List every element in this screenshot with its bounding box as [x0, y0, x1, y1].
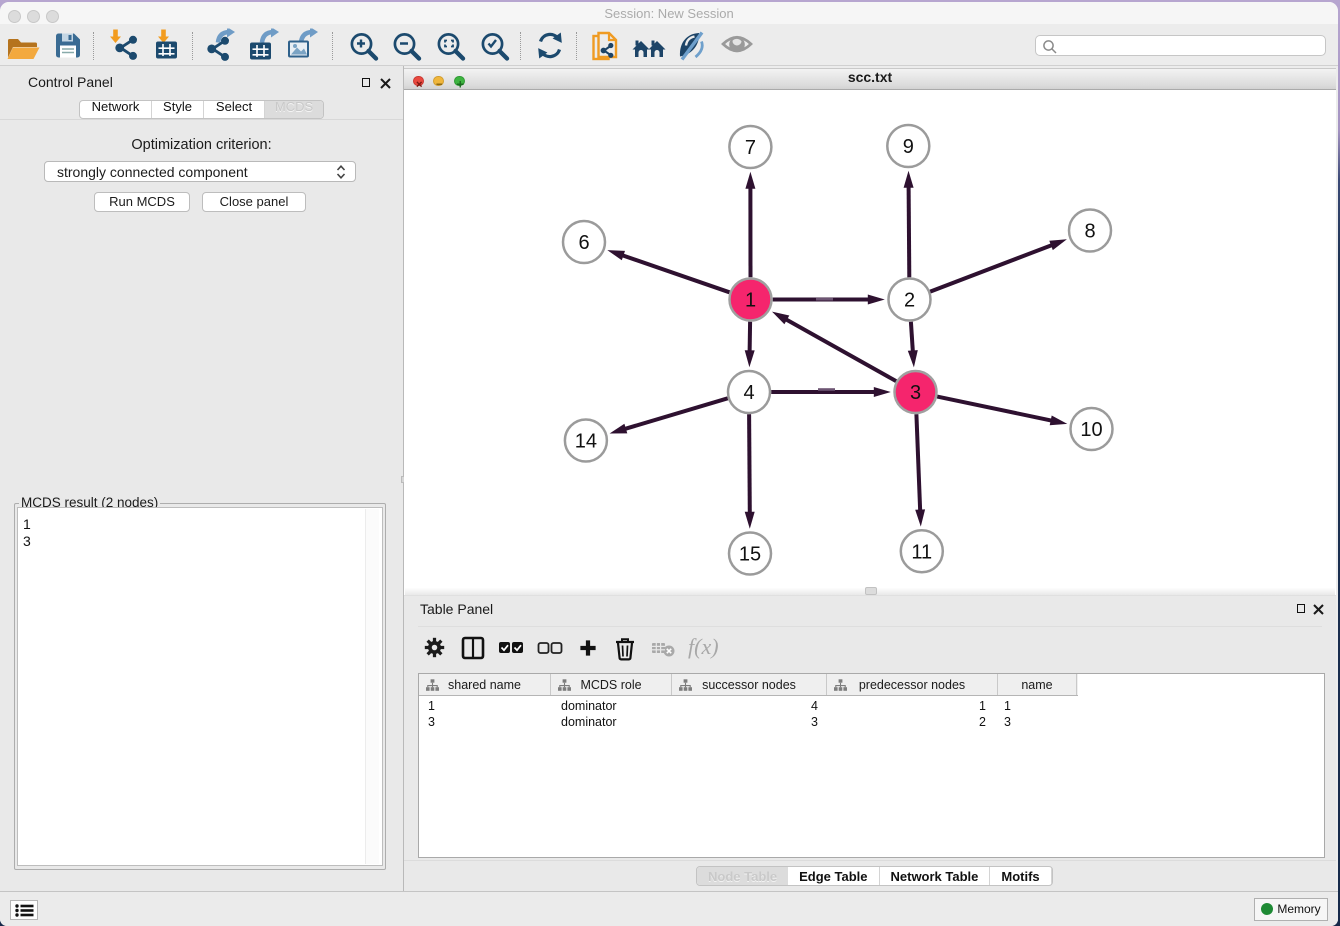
svg-text:7: 7 — [745, 137, 756, 159]
svg-text:15: 15 — [739, 544, 761, 566]
svg-text:1: 1 — [745, 290, 756, 312]
svg-text:11: 11 — [911, 541, 932, 563]
svg-text:4: 4 — [743, 382, 754, 404]
svg-text:3: 3 — [910, 382, 921, 404]
svg-text:2: 2 — [904, 290, 915, 312]
svg-text:14: 14 — [575, 431, 597, 453]
svg-text:9: 9 — [903, 136, 914, 158]
svg-text:8: 8 — [1084, 221, 1095, 243]
svg-text:6: 6 — [578, 232, 589, 254]
svg-text:10: 10 — [1080, 419, 1102, 441]
